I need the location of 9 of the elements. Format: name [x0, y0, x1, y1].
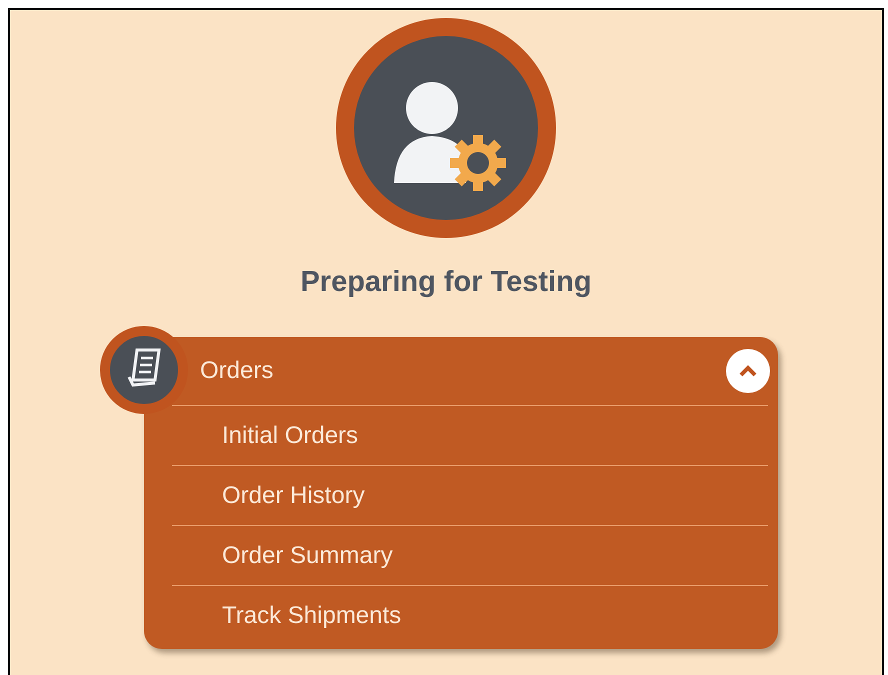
menu-item[interactable]: Order History — [222, 482, 365, 510]
user-settings-icon — [336, 18, 556, 238]
menu-item[interactable]: Track Shipments — [222, 602, 402, 630]
page-title: Preparing for Testing — [300, 266, 592, 299]
menu-item[interactable]: Initial Orders — [222, 422, 358, 450]
chevron-icon — [738, 364, 758, 378]
menu-item[interactable]: Order Summary — [222, 542, 393, 570]
menu-heading[interactable]: Orders — [200, 357, 274, 385]
collapse-button[interactable] — [726, 349, 770, 393]
